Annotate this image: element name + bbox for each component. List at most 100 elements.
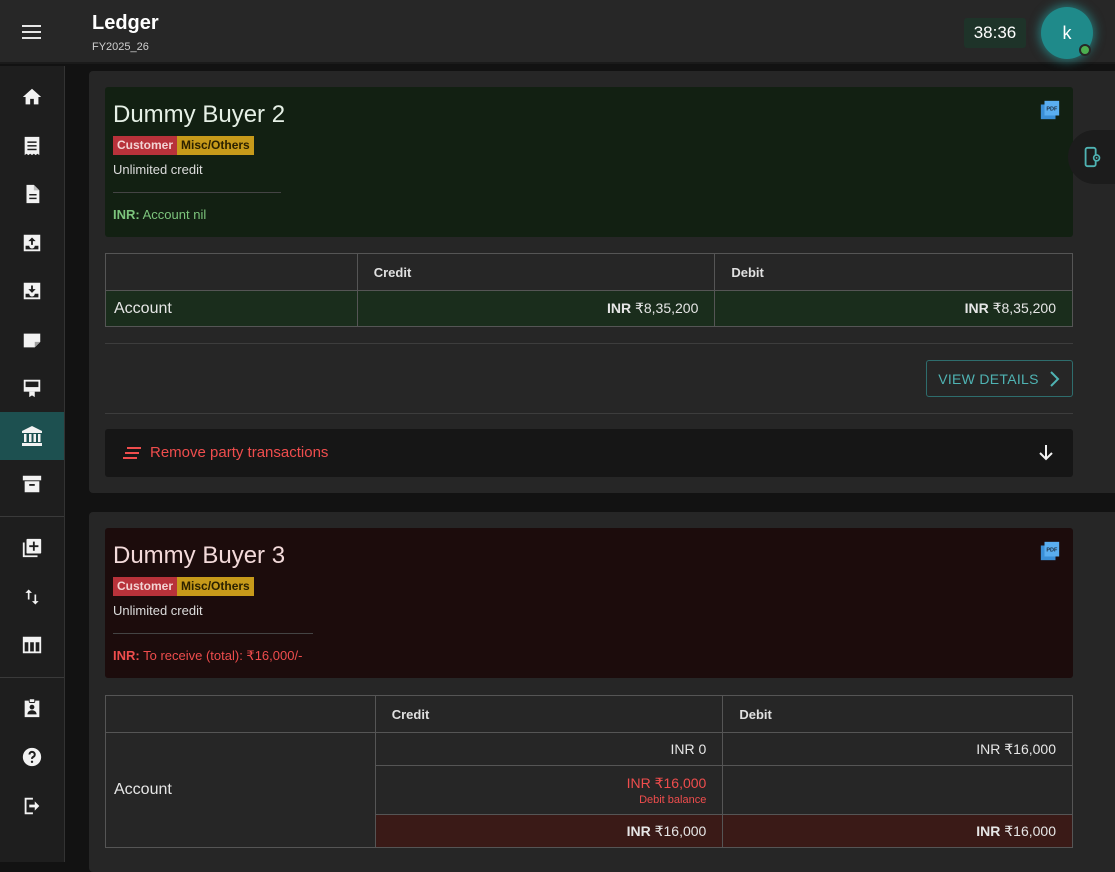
empty-header — [105, 253, 358, 291]
sidebar-item-logout[interactable] — [0, 782, 64, 830]
divider — [105, 413, 1073, 414]
sidebar-divider — [0, 516, 64, 517]
debit-header: Debit — [714, 253, 1073, 291]
table-header-row: Credit Debit — [105, 695, 1073, 733]
credit-header: Credit — [356, 253, 716, 291]
debit-currency: INR — [964, 300, 989, 316]
balance-status: INR: Account nil — [113, 207, 206, 222]
balance-currency: INR: — [113, 207, 140, 222]
menu-button[interactable] — [12, 16, 52, 48]
sidebar-item-home[interactable] — [0, 73, 64, 121]
debit-currency: INR — [976, 822, 1001, 839]
device-settings-icon — [1084, 146, 1100, 168]
inbox-upload-icon — [23, 234, 41, 252]
sidebar-item-archive[interactable] — [0, 460, 64, 508]
table-row: Account INR 0 INR ₹16,000 — [105, 732, 1073, 848]
debit-balance-note: Debit balance — [639, 793, 707, 806]
debit-total-cell: INR ₹16,000 — [722, 814, 1073, 848]
view-details-button[interactable]: VIEW DETAILS — [926, 360, 1073, 397]
device-settings-button[interactable] — [1068, 130, 1115, 184]
sidebar-item-help[interactable] — [0, 733, 64, 781]
session-timer: 38:36 — [964, 18, 1026, 48]
note-icon — [23, 333, 41, 348]
remove-transactions-panel[interactable]: Remove party transactions — [105, 429, 1073, 477]
sidebar-item-add[interactable] — [0, 524, 64, 572]
credit-cell: INR 0 — [374, 732, 724, 766]
credit-limit: Unlimited credit — [113, 162, 203, 177]
chevron-right-icon — [1050, 370, 1060, 387]
row-label: Account — [105, 290, 358, 327]
table-row: Account INR ₹8,35,200 INR ₹8,35,200 — [105, 290, 1073, 327]
sidebar-item-ledger[interactable] — [0, 412, 64, 460]
debit-balance-amount: INR ₹16,000 — [626, 774, 707, 791]
sidebar-divider — [0, 677, 64, 678]
ledger-table: Credit Debit Account INR ₹8,35,200 INR ₹… — [105, 253, 1073, 327]
balance-text: Account nil — [142, 207, 207, 222]
online-status-dot — [1079, 44, 1091, 56]
party-tags: Customer Misc/Others — [113, 577, 254, 596]
customer-tag: Customer — [113, 577, 178, 596]
category-tag: Misc/Others — [177, 577, 254, 596]
document-icon — [26, 184, 40, 204]
debit-cell: INR ₹16,000 — [722, 732, 1073, 766]
pdf-icon[interactable]: PDF — [1039, 99, 1061, 121]
category-tag: Misc/Others — [177, 136, 254, 155]
balance-currency: INR: — [113, 648, 140, 663]
remove-transactions-label: Remove party transactions — [150, 444, 329, 461]
svg-text:PDF: PDF — [1046, 547, 1058, 553]
divider — [113, 633, 313, 634]
pdf-icon[interactable]: PDF — [1039, 540, 1061, 562]
home-icon — [22, 88, 42, 105]
desk-icon — [23, 379, 41, 398]
empty-cell — [722, 765, 1073, 815]
empty-header — [105, 695, 376, 733]
sidebar-item-contacts[interactable] — [0, 684, 64, 732]
party-card: Dummy Buyer 3 Customer Misc/Others Unlim… — [89, 512, 1115, 872]
sidebar-item-transfer[interactable] — [0, 573, 64, 621]
sidebar-item-inward[interactable] — [0, 267, 64, 315]
top-app-bar: Ledger FY2025_26 38:36 k — [0, 0, 1115, 64]
credit-cell: INR ₹16,000 Debit balance — [374, 765, 724, 815]
party-header: Dummy Buyer 2 Customer Misc/Others Unlim… — [105, 87, 1073, 237]
party-header: Dummy Buyer 3 Customer Misc/Others Unlim… — [105, 528, 1073, 678]
sidebar — [0, 66, 65, 862]
svg-text:PDF: PDF — [1046, 106, 1058, 112]
debit-amount: ₹8,35,200 — [992, 300, 1056, 316]
party-card: Dummy Buyer 2 Customer Misc/Others Unlim… — [89, 71, 1115, 493]
credit-header: Credit — [374, 695, 724, 733]
credit-currency: INR — [606, 300, 632, 316]
debit-header: Debit — [722, 695, 1073, 733]
sidebar-item-receipts[interactable] — [0, 122, 64, 170]
sidebar-item-outward[interactable] — [0, 219, 64, 267]
view-details-label: VIEW DETAILS — [938, 370, 1039, 387]
credit-limit: Unlimited credit — [113, 603, 203, 618]
main-content: Dummy Buyer 2 Customer Misc/Others Unlim… — [66, 66, 1115, 872]
party-name: Dummy Buyer 2 — [113, 101, 286, 128]
help-icon — [22, 747, 42, 767]
credit-cell: INR ₹8,35,200 — [356, 290, 716, 327]
party-name: Dummy Buyer 3 — [113, 542, 286, 569]
divider — [105, 343, 1073, 344]
party-tags: Customer Misc/Others — [113, 136, 254, 155]
arrow-down-icon[interactable] — [1037, 444, 1055, 462]
divider — [113, 192, 281, 193]
fiscal-year-label: FY2025_26 — [92, 41, 149, 53]
sidebar-item-table[interactable] — [0, 621, 64, 669]
logout-icon — [24, 797, 40, 815]
sidebar-item-notes[interactable] — [0, 316, 64, 364]
add-library-icon — [22, 538, 42, 558]
clear-all-icon — [123, 447, 141, 459]
table-icon — [22, 636, 42, 654]
credit-total-cell: INR ₹16,000 — [374, 814, 724, 848]
swap-vert-icon — [25, 589, 39, 605]
receipt-icon — [24, 136, 40, 156]
page-title: Ledger — [92, 12, 159, 34]
archive-icon — [22, 475, 42, 493]
assignment-ind-icon — [24, 698, 40, 718]
bank-icon — [22, 426, 42, 446]
sidebar-item-documents[interactable] — [0, 170, 64, 218]
menu-icon — [22, 25, 41, 39]
sidebar-item-desk[interactable] — [0, 364, 64, 412]
row-label: Account — [105, 732, 376, 848]
debit-cell: INR ₹8,35,200 — [714, 290, 1073, 327]
